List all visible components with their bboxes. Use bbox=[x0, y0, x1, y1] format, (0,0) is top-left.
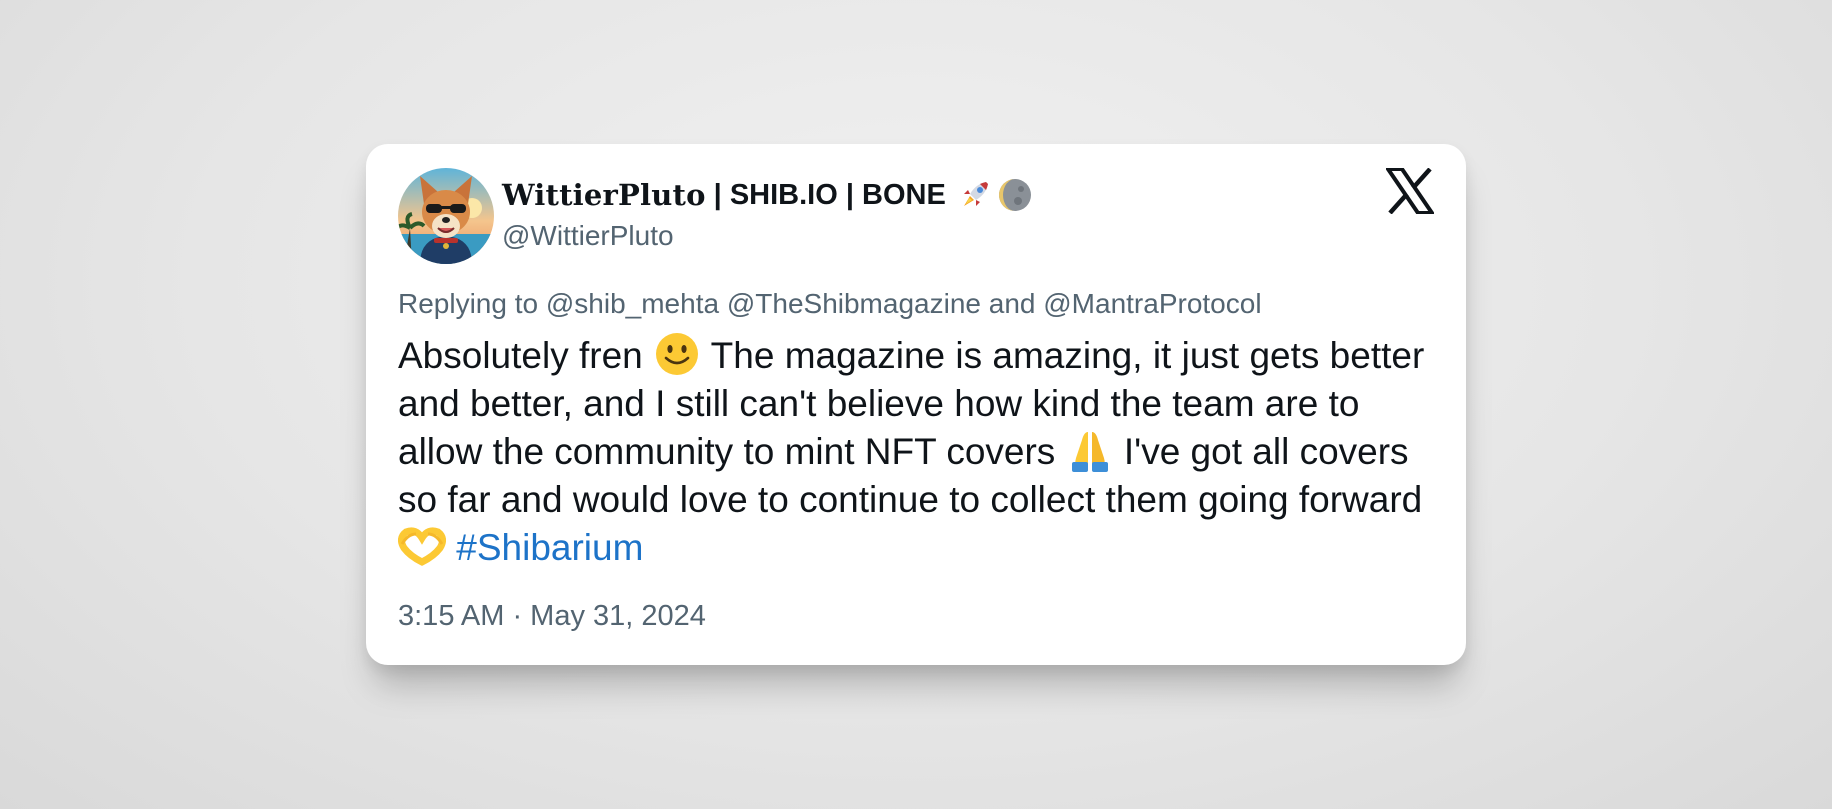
smiling-face-emoji bbox=[653, 332, 701, 376]
reply-mention[interactable]: @shib_mehta bbox=[546, 288, 719, 319]
moon-icon bbox=[996, 176, 1034, 214]
rocket-icon bbox=[956, 176, 994, 214]
avatar[interactable] bbox=[398, 168, 494, 264]
reply-and: and bbox=[988, 288, 1036, 319]
heart-hands-emoji bbox=[397, 524, 447, 568]
reply-mention[interactable]: @MantraProtocol bbox=[1043, 288, 1261, 319]
display-name-rest: | SHIB.IO | BONE bbox=[713, 178, 946, 211]
hashtag-link[interactable]: #Shibarium bbox=[456, 527, 643, 568]
replying-to: Replying to @shib_mehta @TheShibmagazine… bbox=[398, 288, 1262, 320]
folded-hands-emoji bbox=[1066, 428, 1114, 472]
replying-prefix: Replying to bbox=[398, 288, 539, 319]
tweet-text-part: Absolutely fren bbox=[398, 335, 643, 376]
tweet-text: Absolutely fren The magazine is amazing,… bbox=[397, 332, 1448, 572]
timestamp[interactable]: 3:15 AM · May 31, 2024 bbox=[398, 600, 706, 633]
tweet-card: WittierPluto | SHIB.IO | BONE @WittierPl… bbox=[366, 144, 1466, 665]
display-name[interactable]: WittierPluto | SHIB.IO | BONE bbox=[502, 172, 1036, 218]
user-handle[interactable]: @WittierPluto bbox=[502, 220, 674, 252]
reply-mention[interactable]: @TheShibmagazine bbox=[727, 288, 981, 319]
x-logo-icon[interactable] bbox=[1384, 167, 1436, 215]
display-name-styled: WittierPluto bbox=[502, 178, 706, 212]
